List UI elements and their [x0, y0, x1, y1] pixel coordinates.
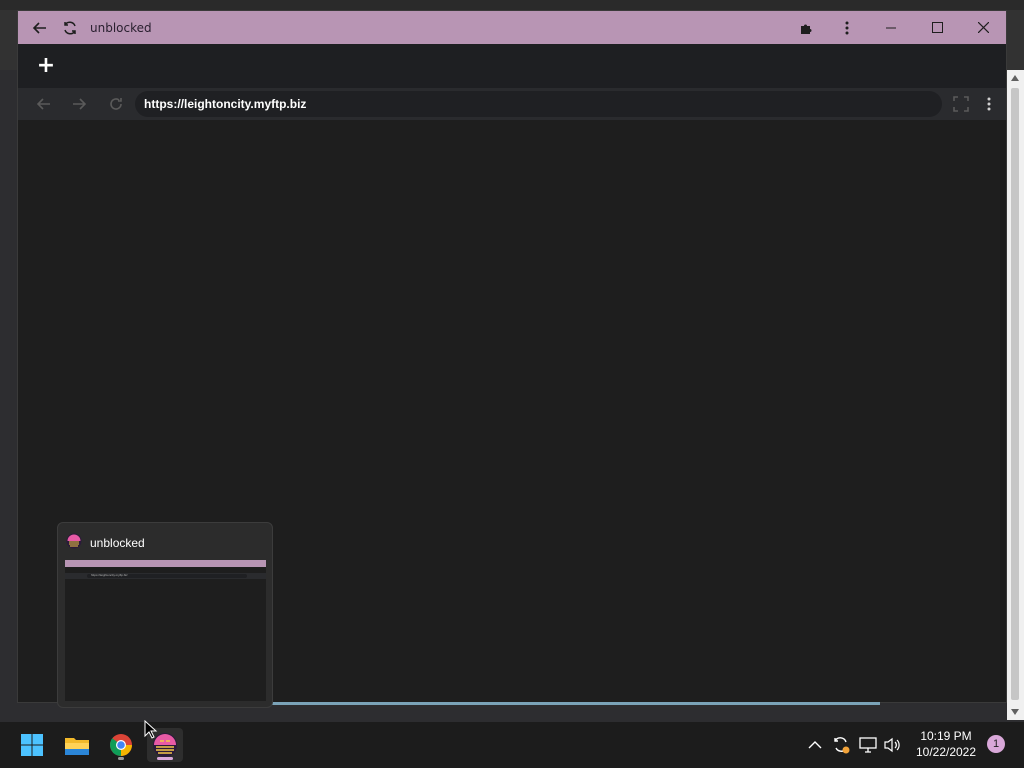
windows-start-icon[interactable]: [14, 728, 50, 762]
clock-date: 10/22/2022: [915, 745, 977, 759]
active-app-indicator: [157, 757, 173, 760]
clock-time: 10:19 PM: [920, 729, 972, 743]
reload-icon[interactable]: [56, 14, 84, 42]
mouse-cursor-icon: [144, 719, 158, 744]
vertical-scrollbar[interactable]: [1007, 70, 1024, 720]
close-button[interactable]: [960, 11, 1006, 44]
nav-back-icon[interactable]: [34, 94, 54, 114]
maximize-button[interactable]: [914, 11, 960, 44]
minimize-button[interactable]: [868, 11, 914, 44]
thumbnail-title-bar: [65, 560, 266, 567]
kebab-menu-icon[interactable]: [826, 11, 868, 44]
notification-badge[interactable]: 1: [987, 735, 1005, 753]
preview-title: unblocked: [90, 536, 145, 550]
thumbnail-url: https://leightoncity.myftp.biz: [91, 573, 128, 577]
address-bar[interactable]: https://leightoncity.myftp.biz: [135, 91, 942, 117]
preview-thumbnail[interactable]: https://leightoncity.myftp.biz: [65, 560, 266, 701]
volume-icon[interactable]: [884, 722, 902, 768]
nav-reload-icon[interactable]: [106, 94, 126, 114]
loading-progress-line: [272, 702, 880, 705]
thumbnail-nav-bar: https://leightoncity.myftp.biz: [65, 573, 266, 579]
file-explorer-icon[interactable]: [59, 728, 95, 762]
scroll-up-icon[interactable]: [1011, 75, 1019, 81]
scroll-down-icon[interactable]: [1011, 709, 1019, 715]
clock[interactable]: 10:19 PM 10/22/2022: [910, 728, 982, 760]
fullscreen-icon[interactable]: [951, 94, 971, 114]
sync-update-icon[interactable]: [831, 722, 851, 768]
tab-strip: +: [18, 44, 1006, 88]
scrollbar-thumb[interactable]: [1011, 88, 1019, 700]
nav-menu-icon[interactable]: [979, 94, 999, 114]
thumbnail-address-bar: https://leightoncity.myftp.biz: [87, 573, 247, 578]
show-hidden-icons[interactable]: [808, 722, 822, 768]
window-title: unblocked: [90, 20, 152, 35]
network-icon[interactable]: [859, 722, 877, 768]
chrome-icon[interactable]: [103, 728, 139, 762]
nav-forward-icon[interactable]: [69, 94, 89, 114]
extensions-puzzle-icon[interactable]: [788, 11, 826, 44]
taskbar-window-preview[interactable]: unblocked https://leightoncity.myftp.biz: [57, 522, 273, 708]
title-bar[interactable]: unblocked: [18, 11, 1006, 44]
unblocked-app-icon: [66, 533, 82, 553]
new-tab-button[interactable]: +: [36, 55, 56, 77]
back-arrow-icon[interactable]: [26, 14, 54, 42]
chrome-running-indicator: [118, 757, 124, 760]
desktop-top-strip: [0, 0, 1024, 10]
navigation-bar: https://leightoncity.myftp.biz: [18, 88, 1006, 120]
address-url[interactable]: https://leightoncity.myftp.biz: [144, 97, 306, 111]
